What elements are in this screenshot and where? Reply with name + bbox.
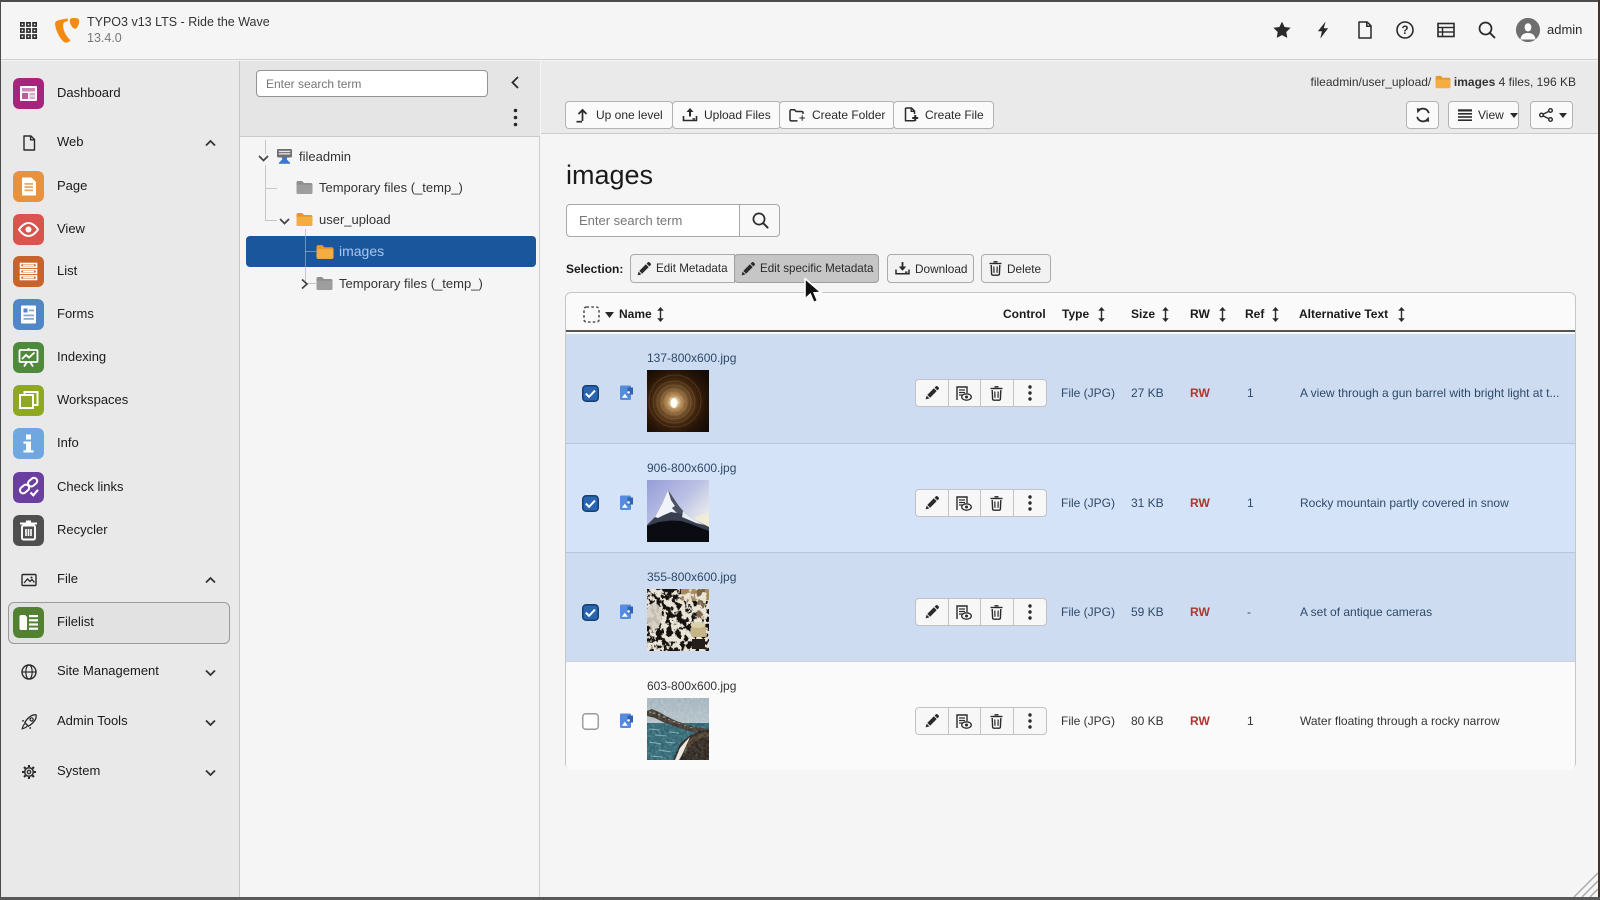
svg-text:?: ? — [1401, 25, 1408, 37]
